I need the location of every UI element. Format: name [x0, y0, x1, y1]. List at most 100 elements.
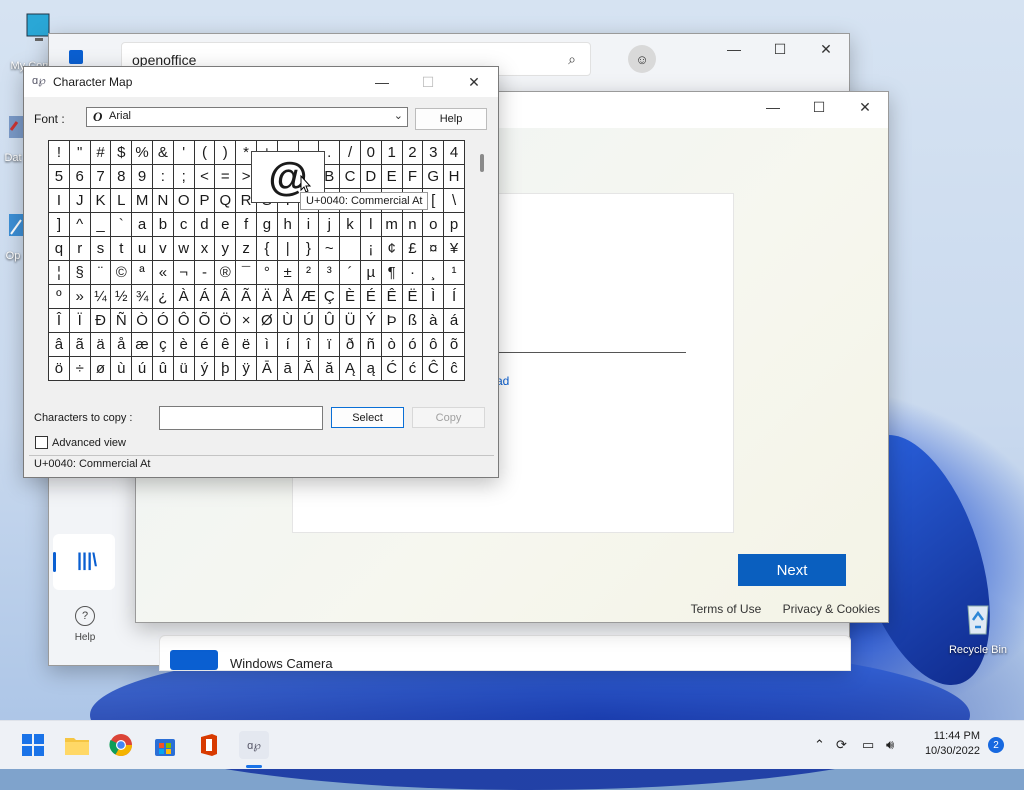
character-cell[interactable]: Ð	[90, 309, 112, 333]
character-map-taskbar-icon[interactable]: ɑ℘	[239, 731, 269, 759]
character-cell[interactable]: i	[298, 213, 320, 237]
character-cell[interactable]: ý	[194, 357, 216, 381]
close-icon[interactable]: ✕	[842, 92, 888, 122]
character-cell[interactable]: $	[111, 141, 133, 165]
sidebar-item-library[interactable]: |||\	[53, 534, 115, 590]
select-button[interactable]: Select	[331, 407, 404, 428]
character-cell[interactable]: K	[90, 189, 112, 213]
character-cell[interactable]: Õ	[194, 309, 216, 333]
character-cell[interactable]: î	[298, 333, 320, 357]
character-cell[interactable]: Ą	[340, 357, 361, 381]
character-cell[interactable]: Ö	[215, 309, 237, 333]
character-cell[interactable]: Ý	[360, 309, 382, 333]
character-cell[interactable]: 7	[90, 165, 112, 189]
character-cell[interactable]: à	[423, 309, 445, 333]
character-cell[interactable]: %	[132, 141, 153, 165]
character-cell[interactable]: =	[215, 165, 237, 189]
character-cell[interactable]: å	[111, 333, 133, 357]
character-cell[interactable]: ø	[90, 357, 112, 381]
character-cell[interactable]: 1	[381, 141, 403, 165]
character-cell[interactable]: »	[69, 285, 91, 309]
character-cell[interactable]: ¡	[360, 237, 382, 261]
character-cell[interactable]: 4	[444, 141, 465, 165]
character-cell[interactable]: z	[236, 237, 257, 261]
character-cell[interactable]: Ô	[173, 309, 195, 333]
character-cell[interactable]: ½	[111, 285, 133, 309]
character-cell[interactable]: ß	[402, 309, 424, 333]
character-cell[interactable]: õ	[444, 333, 465, 357]
character-cell[interactable]: u	[132, 237, 153, 261]
checkbox-box[interactable]	[35, 436, 48, 449]
character-cell[interactable]: ò	[381, 333, 403, 357]
character-cell[interactable]: Æ	[298, 285, 320, 309]
volume-icon[interactable]: 🔊︎	[886, 737, 894, 753]
character-cell[interactable]: ¹	[444, 261, 465, 285]
character-cell[interactable]: ð	[340, 333, 361, 357]
character-cell[interactable]: À	[173, 285, 195, 309]
character-cell[interactable]: Ë	[402, 285, 424, 309]
character-cell[interactable]: Ø	[256, 309, 278, 333]
character-cell[interactable]: É	[360, 285, 382, 309]
character-cell[interactable]: c	[173, 213, 195, 237]
character-cell[interactable]: ü	[173, 357, 195, 381]
character-cell[interactable]: #	[90, 141, 112, 165]
character-cell[interactable]: &	[152, 141, 174, 165]
character-cell[interactable]: Ò	[132, 309, 153, 333]
character-cell[interactable]: O	[173, 189, 195, 213]
character-cell[interactable]: Ú	[298, 309, 320, 333]
minimize-icon[interactable]: —	[359, 67, 405, 97]
character-cell[interactable]: Ù	[277, 309, 299, 333]
character-cell[interactable]: 0	[360, 141, 382, 165]
character-cell[interactable]: w	[173, 237, 195, 261]
character-cell[interactable]: Ă	[298, 357, 320, 381]
character-cell[interactable]: ă	[319, 357, 341, 381]
character-cell[interactable]: C	[340, 165, 361, 189]
character-cell[interactable]: n	[402, 213, 424, 237]
character-cell[interactable]: 3	[423, 141, 445, 165]
character-cell[interactable]: ª	[132, 261, 153, 285]
character-cell[interactable]: é	[194, 333, 216, 357]
character-cell[interactable]: µ	[360, 261, 382, 285]
character-cell[interactable]: ć	[402, 357, 424, 381]
terms-link[interactable]: Terms of Use	[691, 602, 762, 616]
character-cell[interactable]: Ï	[69, 309, 91, 333]
character-cell[interactable]: '	[173, 141, 195, 165]
character-cell[interactable]: ā	[277, 357, 299, 381]
search-icon[interactable]: ⌕	[568, 51, 576, 68]
character-cell[interactable]: ¸	[423, 261, 445, 285]
office-icon[interactable]	[195, 731, 223, 759]
character-cell[interactable]: Î	[49, 309, 70, 333]
update-icon[interactable]: ⟳	[836, 737, 847, 753]
character-cell[interactable]	[340, 237, 361, 261]
character-cell[interactable]: Ĉ	[423, 357, 445, 381]
character-cell[interactable]: h	[277, 213, 299, 237]
character-cell[interactable]: §	[69, 261, 91, 285]
character-cell[interactable]: o	[423, 213, 445, 237]
character-cell[interactable]: /	[340, 141, 361, 165]
character-cell[interactable]: û	[152, 357, 174, 381]
character-cell[interactable]: _	[90, 213, 112, 237]
character-cell[interactable]: ą	[360, 357, 382, 381]
character-cell[interactable]: ´	[340, 261, 361, 285]
character-cell[interactable]: L	[111, 189, 133, 213]
account-avatar-icon[interactable]: ☺	[628, 45, 656, 73]
character-cell[interactable]: Ì	[423, 285, 445, 309]
character-cell[interactable]: ÿ	[236, 357, 257, 381]
character-cell[interactable]: ¢	[381, 237, 403, 261]
character-cell[interactable]: ©	[111, 261, 133, 285]
input-underline[interactable]	[486, 352, 686, 353]
character-cell[interactable]: á	[444, 309, 465, 333]
character-cell[interactable]: d	[194, 213, 216, 237]
character-cell[interactable]: ±	[277, 261, 299, 285]
character-cell[interactable]: |	[277, 237, 299, 261]
close-icon[interactable]: ✕	[803, 34, 849, 64]
character-cell[interactable]: ~	[319, 237, 341, 261]
character-cell[interactable]: F	[402, 165, 424, 189]
character-cell[interactable]: ³	[319, 261, 341, 285]
character-cell[interactable]: ^	[69, 213, 91, 237]
character-cell[interactable]: ¬	[173, 261, 195, 285]
character-cell[interactable]: g	[256, 213, 278, 237]
character-cell[interactable]: (	[194, 141, 216, 165]
maximize-icon[interactable]: ☐	[796, 92, 842, 122]
character-cell[interactable]: I	[49, 189, 70, 213]
